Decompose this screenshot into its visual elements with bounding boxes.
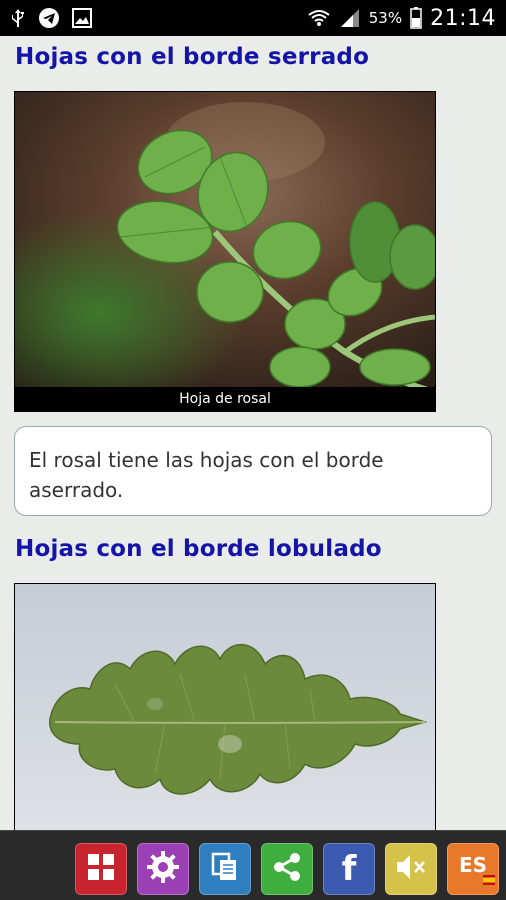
- settings-button[interactable]: [137, 843, 189, 895]
- copy-icon: [210, 851, 240, 887]
- description-text: El rosal tiene las hojas con el borde as…: [29, 448, 384, 502]
- image-caption: Hoja de rosal: [15, 387, 435, 411]
- bottom-toolbar: f ES: [0, 830, 506, 900]
- gallery-icon: [72, 8, 92, 28]
- section-title-serrated: Hojas con el borde serrado: [15, 44, 370, 70]
- rose-leaf-image: [15, 92, 435, 387]
- share-icon: [271, 851, 303, 887]
- oak-leaf-image: [15, 584, 435, 830]
- section-title-lobed: Hojas con el borde lobulado: [15, 536, 382, 562]
- facebook-button[interactable]: f: [323, 843, 375, 895]
- spain-flag-icon: [483, 870, 495, 889]
- oak-leaf-photo: [14, 583, 436, 830]
- speaker-mute-icon: [394, 852, 428, 886]
- language-button[interactable]: ES: [447, 843, 499, 895]
- wifi-icon: [307, 8, 331, 28]
- mute-button[interactable]: [385, 843, 437, 895]
- facebook-icon: f: [341, 849, 357, 889]
- clock: 21:14: [430, 5, 496, 31]
- battery-icon: [410, 7, 422, 29]
- grid-icon: [85, 851, 117, 887]
- battery-percent: 53%: [368, 9, 403, 27]
- gear-icon: [145, 849, 181, 889]
- telegram-icon: [38, 7, 60, 29]
- rose-leaf-photo: Hoja de rosal: [14, 91, 436, 412]
- menu-button[interactable]: [75, 843, 127, 895]
- description-box: El rosal tiene las hojas con el borde as…: [14, 426, 492, 516]
- article-content[interactable]: Hojas con el borde serrado Hoja de rosal…: [0, 36, 506, 830]
- copy-button[interactable]: [199, 843, 251, 895]
- status-bar: 53% 21:14: [0, 0, 506, 36]
- share-button[interactable]: [261, 843, 313, 895]
- signal-icon: [339, 8, 361, 28]
- usb-icon: [10, 8, 26, 28]
